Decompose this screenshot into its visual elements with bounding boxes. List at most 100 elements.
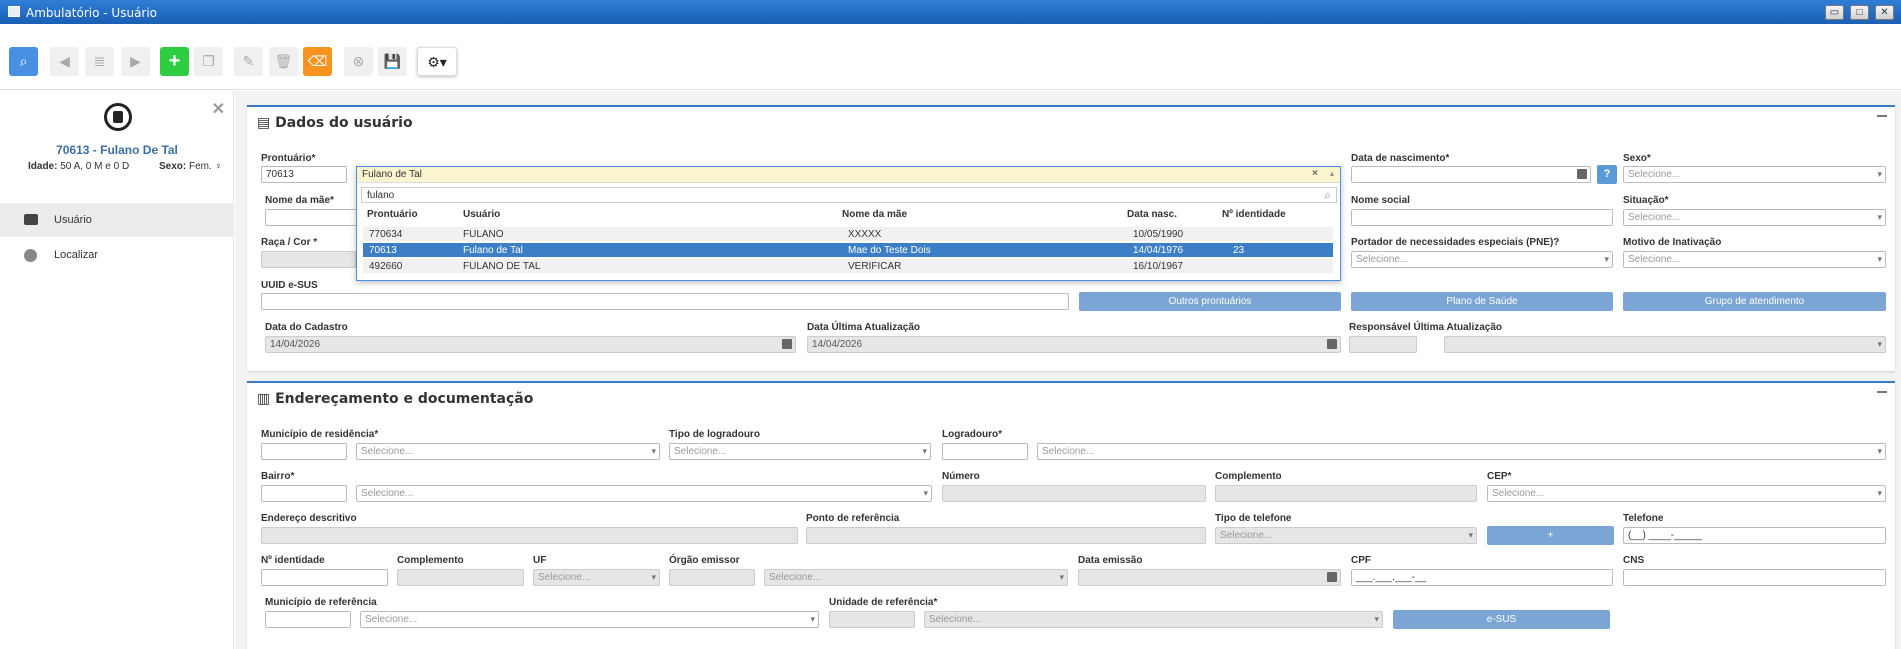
uuid-input[interactable] [261, 293, 1069, 310]
bairro-select[interactable]: Selecione... ▾ [356, 485, 932, 502]
logradouro-label: Logradouro* [942, 429, 1002, 440]
chevron-down-icon: ▾ [1877, 339, 1882, 349]
cep-label: CEP* [1487, 471, 1512, 482]
sidebar-item-label: Usuário [54, 214, 92, 226]
add-button[interactable]: + [160, 47, 189, 76]
identidade-input[interactable] [261, 569, 388, 586]
orgao-emissor-label: Órgão emissor [669, 555, 740, 566]
cep-select[interactable]: Selecione... ▾ [1487, 485, 1886, 502]
municipio-label: Município de residência* [261, 429, 379, 440]
grupo-atendimento-button[interactable]: Grupo de atendimento [1623, 292, 1886, 311]
prontuario-input[interactable]: 70613 [261, 166, 347, 183]
sex-label: Sexo: [159, 161, 187, 172]
logradouro-code-input[interactable] [942, 443, 1028, 460]
list-icon: ≣ [93, 53, 106, 69]
atualizacao-input: 14/04/2026 [807, 336, 1341, 353]
close-window-button[interactable]: ✕ [1875, 5, 1894, 20]
dropdown-row[interactable]: 70613 Fulano de Tal Mae do Teste Dois 14/04… [363, 243, 1333, 257]
ponto-referencia-input[interactable] [806, 527, 1206, 544]
chevron-down-icon: ▾ [1877, 446, 1882, 456]
complemento-input[interactable] [1215, 485, 1477, 502]
raca-select[interactable] [261, 251, 356, 268]
esus-button[interactable]: e-SUS [1393, 610, 1610, 629]
responsavel-select: ▾ [1444, 336, 1886, 353]
chevron-down-icon: ▾ [651, 572, 656, 582]
sidebar-item-usuario[interactable]: Usuário [0, 203, 234, 237]
data-nasc-input[interactable] [1351, 166, 1591, 183]
settings-button[interactable]: ⚙▾ [417, 47, 457, 76]
cadastro-label: Data do Cadastro [265, 322, 348, 333]
edit-button[interactable]: ✎ [234, 47, 263, 76]
eraser-button[interactable]: ⌫ [303, 47, 332, 76]
tipo-logradouro-select[interactable]: Selecione... ▾ [669, 443, 931, 460]
outros-prontuarios-button[interactable]: Outros prontuários [1079, 292, 1341, 311]
close-icon[interactable]: ✕ [212, 99, 225, 119]
save-button[interactable]: 💾 [378, 47, 407, 76]
tipo-telefone-select[interactable]: Selecione... ▾ [1215, 527, 1477, 544]
motivo-select[interactable]: Selecione... ▾ [1623, 251, 1886, 268]
usuario-dropdown[interactable]: Fulano de Tal × ▴ fulano ⌕ Prontuário Us… [356, 166, 1341, 281]
collapse-icon[interactable] [1877, 391, 1887, 393]
nome-social-input[interactable] [1351, 209, 1613, 226]
dropdown-row[interactable]: 770634 FULANO XXXXX 10/05/1990 [363, 227, 1333, 241]
sexo-select[interactable]: Selecione... ▾ [1623, 166, 1886, 183]
uf-select[interactable]: Selecione... ▾ [533, 569, 660, 586]
chevron-up-icon[interactable]: ▴ [1330, 169, 1334, 178]
gear-icon: ⚙▾ [427, 54, 447, 70]
back-button[interactable]: ◀ [50, 47, 79, 76]
cpf-label: CPF [1351, 555, 1371, 566]
municipio-referencia-code[interactable] [265, 611, 351, 628]
delete-button[interactable]: 🗑 [269, 47, 298, 76]
orgao-emissor-select[interactable]: Selecione... ▾ [764, 569, 1068, 586]
search-button[interactable]: ⌕ [9, 47, 38, 76]
chevron-down-icon: ▾ [651, 446, 656, 456]
data-emissao-input[interactable] [1078, 569, 1341, 586]
user-avatar-icon [104, 103, 132, 131]
list-button[interactable]: ≣ [85, 47, 114, 76]
cancel-icon: ⊗ [352, 53, 365, 69]
endereco-descritivo-label: Endereço descritivo [261, 513, 357, 524]
municipio-code-input[interactable] [261, 443, 347, 460]
tipo-logradouro-label: Tipo de logradouro [669, 429, 760, 440]
search-icon: ⌕ [1324, 188, 1331, 202]
maximize-button[interactable]: □ [1850, 5, 1869, 20]
unidade-referencia-label: Unidade de referência* [829, 597, 938, 608]
app-icon [8, 6, 20, 17]
endereco-descritivo-input[interactable] [261, 527, 798, 544]
situacao-select[interactable]: Selecione... ▾ [1623, 209, 1886, 226]
bairro-code-input[interactable] [261, 485, 347, 502]
dropdown-search-input[interactable]: fulano ⌕ [361, 187, 1337, 203]
forward-icon: ▶ [130, 53, 141, 69]
window-titlebar: Ambulatório - Usuário ▭ □ ✕ [0, 0, 1901, 24]
unidade-referencia-select[interactable]: Selecione... ▾ [924, 611, 1383, 628]
forward-button[interactable]: ▶ [121, 47, 150, 76]
copy-button[interactable]: ❐ [194, 47, 223, 76]
complemento-doc-input[interactable] [397, 569, 524, 586]
add-telefone-button[interactable]: + [1487, 526, 1614, 545]
unidade-referencia-code[interactable] [829, 611, 915, 628]
sidebar-item-label: Localizar [54, 249, 99, 261]
telefone-input[interactable]: (__) ____-_____ [1623, 527, 1886, 544]
logradouro-select[interactable]: Selecione... ▾ [1037, 443, 1886, 460]
orgao-emissor-code[interactable] [669, 569, 755, 586]
municipio-select[interactable]: Selecione... ▾ [356, 443, 660, 460]
dropdown-row[interactable]: 492660 FULANO DE TAL VERIFICAR 16/10/1967 [363, 259, 1333, 273]
dropdown-selected[interactable]: Fulano de Tal × ▴ [357, 167, 1340, 183]
help-button[interactable]: ? [1597, 165, 1617, 184]
clear-icon[interactable]: × [1312, 168, 1318, 179]
chevron-down-icon: ▾ [1877, 488, 1882, 498]
delete-icon: 🗑 [274, 53, 293, 69]
id-card-icon [24, 214, 38, 225]
cancel-button[interactable]: ⊗ [344, 47, 373, 76]
numero-input[interactable] [942, 485, 1206, 502]
municipio-referencia-select[interactable]: Selecione... ▾ [360, 611, 819, 628]
plano-saude-button[interactable]: Plano de Saúde [1351, 292, 1613, 311]
sidebar-item-localizar[interactable]: Localizar [0, 238, 234, 272]
cpf-input[interactable]: ___.___.___-__ [1351, 569, 1613, 586]
cns-input[interactable] [1623, 569, 1886, 586]
age-value: 50 A, 0 M e 0 D [60, 161, 130, 172]
collapse-icon[interactable] [1877, 115, 1887, 117]
pne-select[interactable]: Selecione... ▾ [1351, 251, 1613, 268]
nome-mae-input[interactable] [265, 209, 360, 226]
minimize-button[interactable]: ▭ [1825, 5, 1844, 20]
